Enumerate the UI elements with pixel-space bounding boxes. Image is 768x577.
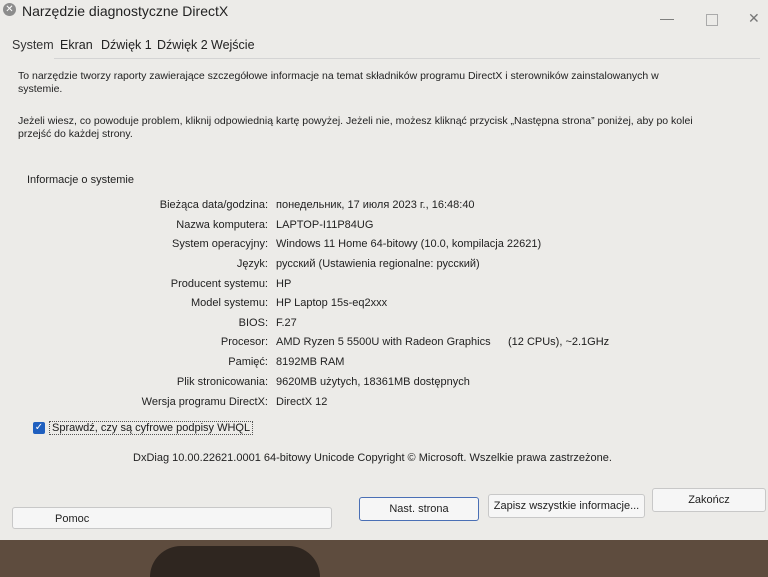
system-info-group-title: Informacje o systemie (27, 174, 134, 186)
desktop-wallpaper-shape (150, 546, 320, 577)
info-row-memory: Pamięć: 8192MB RAM (0, 356, 700, 374)
tab-dzwiek-2[interactable]: Dźwięk 2 (157, 38, 208, 52)
info-value: HP Laptop 15s-eq2xxx (276, 297, 388, 309)
info-row-processor: Procesor: AMD Ryzen 5 5500U with Radeon … (0, 336, 700, 354)
close-button[interactable]: ✕ (748, 10, 760, 27)
info-row-pagefile: Plik stronicowania: 9620MB użytych, 1836… (0, 376, 700, 394)
info-row-model: Model systemu: HP Laptop 15s-eq2xxx (0, 297, 700, 315)
info-value: HP (276, 278, 292, 290)
info-label: BIOS: (238, 317, 268, 329)
maximize-button[interactable] (706, 14, 718, 26)
info-label: Producent systemu: (170, 278, 268, 290)
info-value: AMD Ryzen 5 5500U with Radeon Graphics (276, 336, 491, 348)
info-label: Pamięć: (228, 356, 268, 368)
info-row-directx: Wersja programu DirectX: DirectX 12 (0, 396, 700, 414)
save-all-info-button[interactable]: Zapisz wszystkie informacje... (488, 494, 645, 518)
dxdiag-app-icon: ✕ (3, 3, 16, 16)
info-row-computer-name: Nazwa komputera: LAPTOP-I11P84UG (0, 219, 700, 237)
dxdiag-window: ✕ Narzędzie diagnostyczne DirectX — ✕ Sy… (0, 0, 768, 540)
info-row-manufacturer: Producent systemu: HP (0, 278, 700, 296)
info-label: Model systemu: (190, 297, 268, 309)
next-page-button[interactable]: Nast. strona (359, 497, 479, 521)
whql-checkbox-label[interactable]: Sprawdź, czy są cyfrowe podpisy WHQL (49, 421, 254, 435)
info-value: 9620MB użytych, 18361MB dostępnych (276, 376, 470, 388)
info-label: Plik stronicowania: (176, 376, 268, 388)
info-value: DirectX 12 (276, 396, 328, 408)
info-value: русский (Ustawienia regionalne: русский) (276, 258, 480, 270)
info-row-language: Język: русский (Ustawienia regionalne: р… (0, 258, 700, 276)
info-label: Język: (236, 258, 268, 270)
minimize-button[interactable]: — (660, 10, 674, 26)
help-button[interactable]: Pomoc (12, 507, 332, 529)
info-row-bios: BIOS: F.27 (0, 317, 700, 335)
tab-dzwiek-1[interactable]: Dźwięk 1 (101, 38, 152, 52)
info-value: понедельник, 17 июля 2023 г., 16:48:40 (276, 199, 475, 211)
info-row-datetime: Bieżąca data/godzina: понедельник, 17 ию… (0, 199, 700, 217)
info-label: Bieżąca data/godzina: (159, 199, 268, 211)
whql-checkbox[interactable]: ✓ (33, 422, 45, 434)
info-label: System operacyjny: (172, 238, 268, 250)
window-title: Narzędzie diagnostyczne DirectX (22, 3, 229, 19)
intro-paragraph-1: To narzędzie tworzy raporty zawierające … (18, 70, 659, 95)
tab-system[interactable]: System (12, 38, 54, 52)
tab-wejscie[interactable]: Wejście (211, 38, 255, 52)
intro-paragraph-2: Jeżeli wiesz, co powoduje problem, klikn… (18, 115, 693, 140)
title-bar: ✕ Narzędzie diagnostyczne DirectX — ✕ (0, 0, 768, 30)
info-value: Windows 11 Home 64-bitowy (10.0, kompila… (276, 238, 542, 250)
tab-divider (54, 58, 760, 59)
info-row-os: System operacyjny: Windows 11 Home 64-bi… (0, 238, 700, 256)
info-label: Wersja programu DirectX: (141, 396, 268, 408)
info-value: F.27 (276, 317, 297, 329)
tab-ekran[interactable]: Ekran (60, 38, 93, 52)
desktop-background (0, 540, 768, 577)
cpu-count-speed: (12 CPUs), ~2.1GHz (508, 336, 610, 348)
info-label: Procesor: (220, 336, 268, 348)
info-value: LAPTOP-I11P84UG (276, 219, 374, 231)
info-label: Nazwa komputera: (176, 219, 268, 231)
info-value: 8192MB RAM (276, 356, 345, 368)
copyright-text: DxDiag 10.00.22621.0001 64-bitowy Unicod… (133, 452, 612, 464)
exit-button[interactable]: Zakończ (652, 488, 766, 512)
